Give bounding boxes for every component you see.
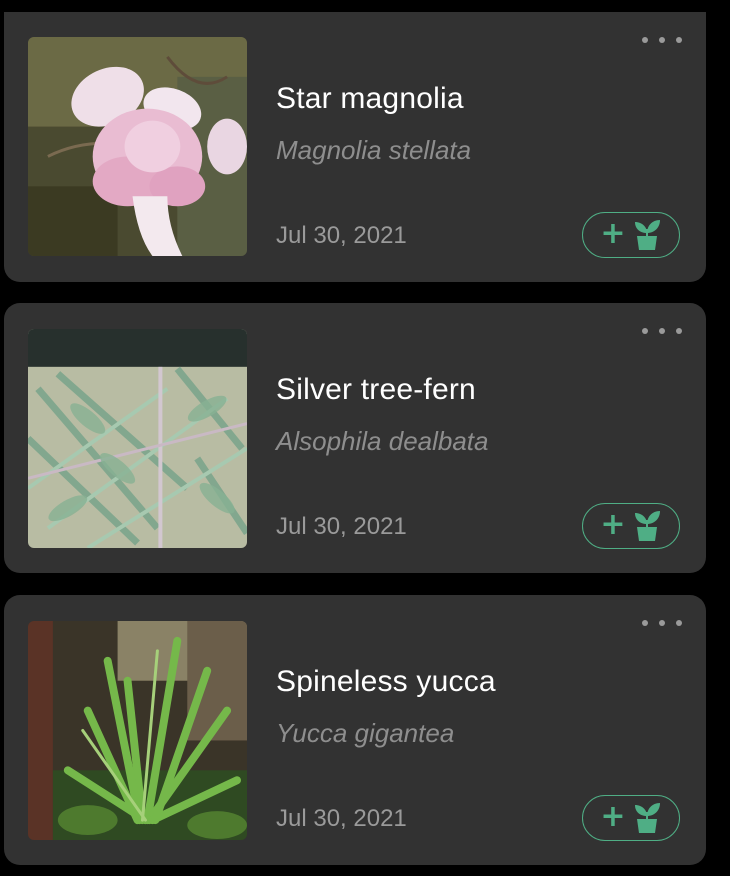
more-dots-icon [642, 37, 648, 43]
plant-photo-spineless-yucca[interactable] [28, 621, 247, 840]
add-to-garden-button[interactable]: + [582, 212, 680, 258]
plus-icon: + [600, 216, 626, 251]
add-to-garden-button[interactable]: + [582, 503, 680, 549]
plant-card[interactable]: Star magnolia Magnolia stellata Jul 30, … [4, 12, 706, 282]
plant-photo-star-magnolia[interactable] [28, 37, 247, 256]
more-options-button[interactable] [642, 32, 682, 48]
plant-scientific-name: Yucca gigantea [276, 718, 455, 748]
plant-scientific-name: Magnolia stellata [276, 135, 472, 165]
plant-date: Jul 30, 2021 [276, 222, 407, 249]
plant-common-name: Silver tree-fern [276, 373, 476, 406]
plus-icon: + [600, 799, 626, 834]
plant-scientific-name: Alsophila dealbata [276, 426, 489, 456]
potted-plant-icon [634, 220, 660, 250]
more-options-button[interactable] [642, 323, 682, 339]
plant-date: Jul 30, 2021 [276, 805, 407, 832]
plant-common-name: Star magnolia [276, 82, 464, 115]
add-to-garden-button[interactable]: + [582, 795, 680, 841]
more-options-button[interactable] [642, 615, 682, 631]
potted-plant-icon [634, 511, 660, 541]
plus-icon: + [600, 507, 626, 542]
plant-common-name: Spineless yucca [276, 665, 496, 698]
plant-photo-silver-tree-fern[interactable] [28, 329, 247, 548]
potted-plant-icon [634, 803, 660, 833]
plant-list: Star magnolia Magnolia stellata Jul 30, … [0, 0, 730, 876]
plant-card[interactable]: Spineless yucca Yucca gigantea Jul 30, 2… [4, 595, 706, 865]
plant-date: Jul 30, 2021 [276, 513, 407, 540]
more-dots-icon [642, 328, 648, 334]
plant-card[interactable]: Silver tree-fern Alsophila dealbata Jul … [4, 303, 706, 573]
more-dots-icon [642, 620, 648, 626]
